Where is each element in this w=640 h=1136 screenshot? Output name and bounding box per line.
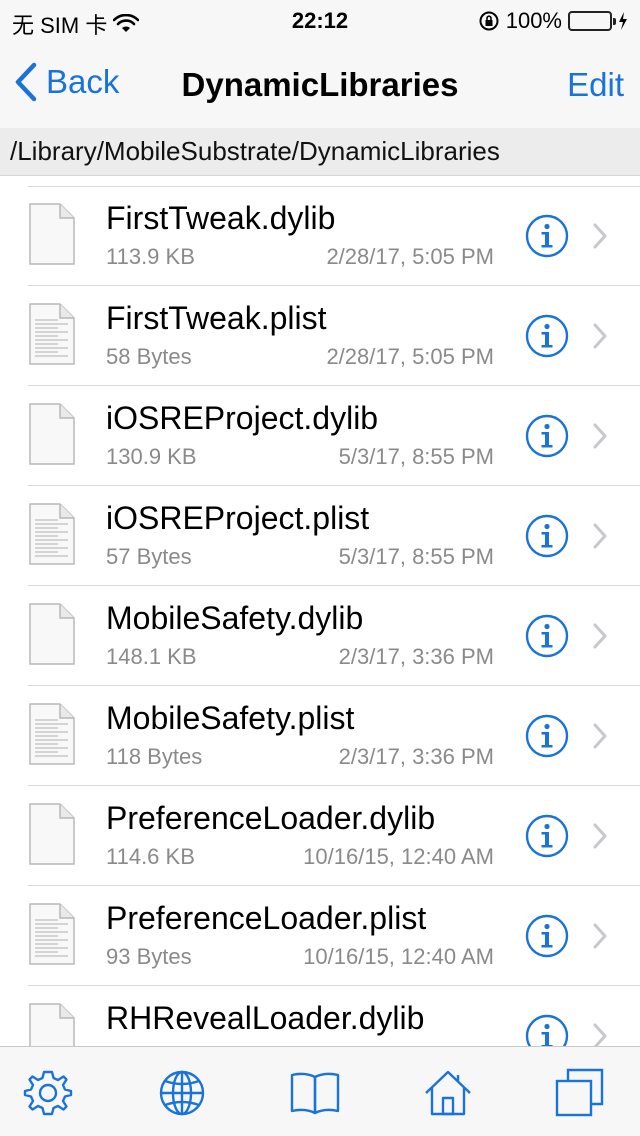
chevron-right-icon [593, 523, 607, 549]
battery-group: 100% [478, 8, 628, 34]
file-name: FirstTweak.dylib [106, 200, 336, 236]
file-name: FirstTweak.plist [106, 300, 327, 336]
info-icon[interactable] [525, 714, 569, 758]
file-size: 130.9 KB [106, 444, 197, 469]
file-row[interactable]: MobileSafety.plist 118 Bytes 2/3/17, 3:36 … [0, 686, 640, 786]
document-file-icon [29, 203, 75, 265]
file-row[interactable]: FirstTweak.plist 58 Bytes 2/28/17, 5:05 PM [0, 286, 640, 386]
status-bar: 无 SIM 卡 22:12 100% [0, 0, 640, 40]
file-name: PreferenceLoader.dylib [106, 800, 436, 836]
current-path: /Library/MobileSubstrate/DynamicLibrarie… [10, 136, 500, 166]
tab-settings[interactable] [22, 1067, 74, 1119]
file-date: 5/3/17, 8:55 PM [338, 544, 494, 569]
document-file-icon [29, 603, 75, 665]
gear-icon [23, 1070, 73, 1116]
file-row[interactable]: MobileSafety.dylib 148.1 KB 2/3/17, 3:36 P… [0, 586, 640, 686]
windows-icon [555, 1068, 604, 1117]
file-name: iOSREProject.dylib [106, 400, 379, 436]
file-row[interactable]: PreferenceLoader.dylib 114.6 KB 10/16/15, … [0, 786, 640, 886]
file-name: RHRevealLoader.dylib [106, 1000, 425, 1036]
file-date: 2/3/17, 3:36 PM [338, 744, 494, 769]
file-name: MobileSafety.plist [106, 700, 355, 736]
book-icon [290, 1072, 340, 1115]
plist-file-icon [29, 503, 75, 565]
tab-browser[interactable] [156, 1067, 208, 1119]
file-row[interactable]: FirstTweak.dylib 113.9 KB 2/28/17, 5:05 PM [0, 186, 640, 286]
file-row[interactable]: iOSREProject.dylib 130.9 KB 5/3/17, 8:55 P… [0, 386, 640, 486]
file-date: 2/28/17, 5:05 PM [326, 344, 494, 369]
chevron-right-icon [593, 423, 607, 449]
info-icon[interactable] [525, 814, 569, 858]
path-bar: /Library/MobileSubstrate/DynamicLibrarie… [0, 128, 640, 176]
file-size: 57 Bytes [106, 544, 192, 569]
file-size: 148.1 KB [106, 644, 197, 669]
chevron-right-icon [593, 323, 607, 349]
file-name: PreferenceLoader.plist [106, 900, 427, 936]
info-icon[interactable] [525, 914, 569, 958]
file-size: 58 Bytes [106, 344, 192, 369]
page-title: DynamicLibraries [181, 66, 459, 103]
info-icon[interactable] [525, 614, 569, 658]
document-file-icon [29, 403, 75, 465]
chevron-right-icon [593, 623, 607, 649]
edit-button[interactable]: Edit [567, 66, 624, 104]
plist-file-icon [29, 903, 75, 965]
chevron-right-icon [593, 823, 607, 849]
info-icon[interactable] [525, 314, 569, 358]
file-date: 10/16/15, 12:40 AM [303, 944, 494, 969]
tab-windows[interactable] [554, 1067, 606, 1119]
file-size: 118 Bytes [106, 744, 203, 769]
home-icon [425, 1070, 471, 1116]
globe-icon [159, 1070, 205, 1116]
file-row[interactable]: PreferenceLoader.plist 93 Bytes 10/16/15, … [0, 886, 640, 986]
file-size: 113.9 KB [106, 244, 195, 269]
top-bar: 无 SIM 卡 22:12 100% Back DynamicLibraries… [0, 0, 640, 176]
file-name: MobileSafety.dylib [106, 600, 364, 636]
file-name: iOSREProject.plist [106, 500, 370, 536]
charging-icon [619, 12, 627, 30]
file-size: 114.6 KB [106, 844, 195, 869]
file-date: 2/28/17, 5:05 PM [326, 244, 494, 269]
navigation-bar: Back DynamicLibraries Edit [0, 40, 640, 128]
file-list: FirstTweak.dylib 113.9 KB 2/28/17, 5:05 PM… [0, 186, 640, 1086]
file-date: 10/16/15, 12:40 AM [303, 844, 494, 869]
battery-percent: 100% [505, 8, 562, 33]
plist-file-icon [29, 303, 75, 365]
tab-bar [0, 1046, 640, 1136]
battery-icon [568, 11, 616, 31]
file-date: 5/3/17, 8:55 PM [338, 444, 494, 469]
file-date: 2/3/17, 3:36 PM [338, 644, 494, 669]
chevron-right-icon [593, 223, 607, 249]
rotation-lock-icon [479, 11, 499, 31]
info-icon[interactable] [525, 514, 569, 558]
info-icon[interactable] [525, 214, 569, 258]
plist-file-icon [29, 703, 75, 765]
document-file-icon [29, 803, 75, 865]
tab-bookmarks[interactable] [289, 1067, 341, 1119]
info-icon[interactable] [525, 414, 569, 458]
chevron-right-icon [593, 923, 607, 949]
file-size: 93 Bytes [106, 944, 192, 969]
file-row[interactable]: iOSREProject.plist 57 Bytes 5/3/17, 8:55 P… [0, 486, 640, 586]
tab-home[interactable] [422, 1067, 474, 1119]
chevron-right-icon [593, 723, 607, 749]
